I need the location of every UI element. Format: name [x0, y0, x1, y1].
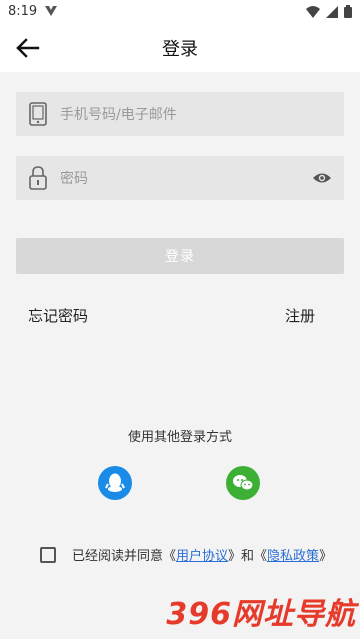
- account-field: [16, 92, 344, 138]
- privacy-policy-link[interactable]: 隐私政策: [267, 545, 319, 564]
- login-button[interactable]: 登录: [16, 238, 344, 274]
- status-bar: 8:19: [0, 0, 360, 24]
- forgot-password-link[interactable]: 忘记密码: [28, 305, 88, 326]
- page-title: 登录: [162, 39, 198, 60]
- agreement-prefix: 已经阅读并同意《: [72, 549, 177, 564]
- phone-icon: [28, 102, 48, 130]
- password-input[interactable]: [58, 156, 302, 202]
- account-input[interactable]: [58, 92, 302, 138]
- agreement-row: 已经阅读并同意《 用户协议 》和《 隐私政策 》: [40, 545, 332, 564]
- agreement-checkbox[interactable]: [40, 546, 56, 563]
- register-link[interactable]: 注册: [285, 305, 315, 326]
- status-icons: [306, 5, 352, 22]
- back-arrow-icon[interactable]: [14, 36, 42, 60]
- app-notification-icon: [44, 5, 58, 21]
- wifi-icon: [306, 5, 320, 22]
- watermark: 396网址导航: [166, 597, 356, 632]
- status-time: 8:19: [8, 4, 38, 19]
- agreement-suffix: 》: [319, 549, 333, 564]
- lock-icon: [28, 166, 48, 194]
- signal-icon: [326, 5, 338, 22]
- wechat-login-icon[interactable]: [226, 466, 260, 500]
- battery-icon: [344, 5, 352, 22]
- password-field: [16, 156, 344, 202]
- qq-login-icon[interactable]: [98, 466, 132, 500]
- app-header: 登录: [0, 24, 360, 72]
- other-login-title: 使用其他登录方式: [127, 430, 232, 445]
- show-password-eye-icon[interactable]: [312, 169, 332, 191]
- agreement-middle: 》和《: [228, 549, 268, 564]
- user-agreement-link[interactable]: 用户协议: [176, 545, 228, 564]
